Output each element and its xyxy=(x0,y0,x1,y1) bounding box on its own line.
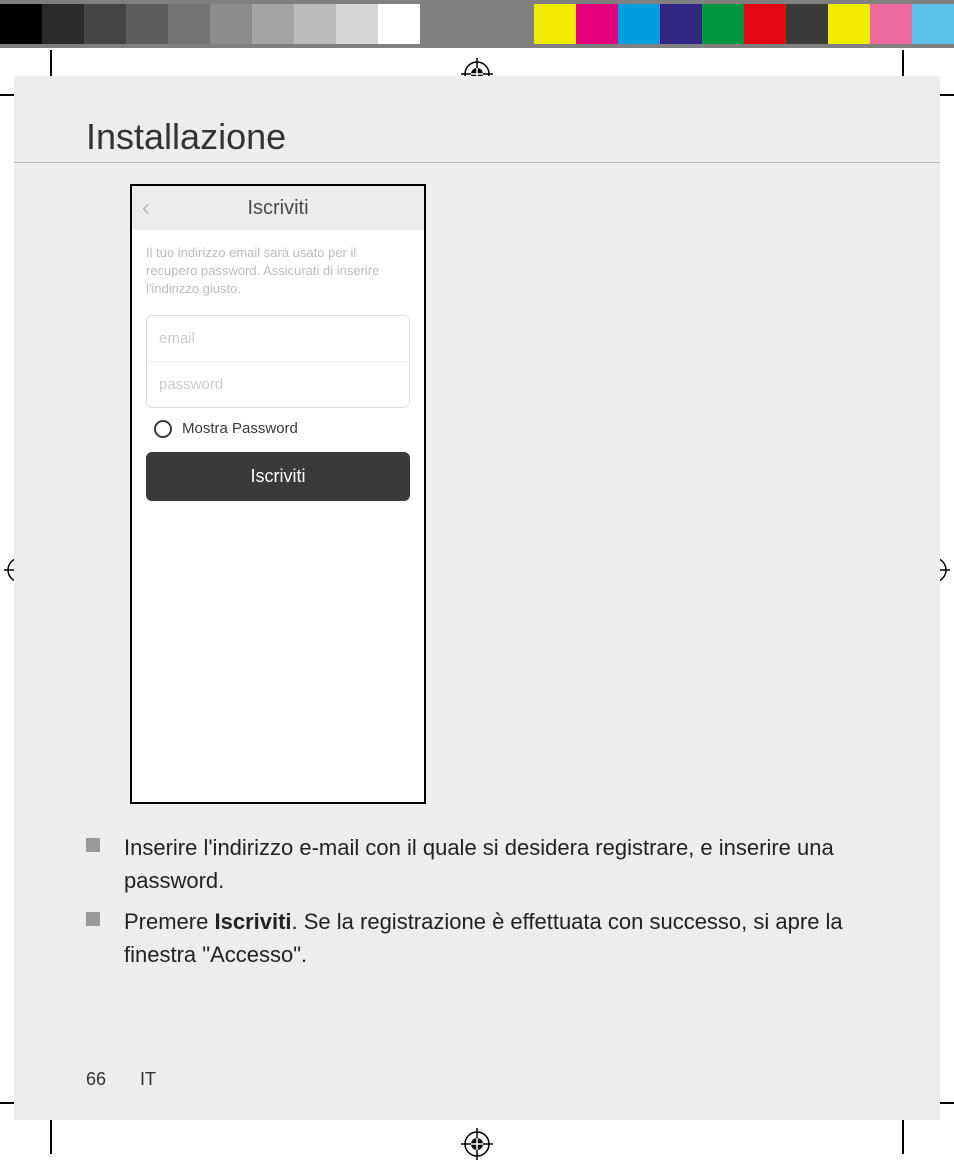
color-swatch xyxy=(618,4,660,44)
color-swatch xyxy=(870,4,912,44)
instruction-item: Premere Iscriviti. Se la registrazione è… xyxy=(86,905,866,971)
color-swatch xyxy=(126,4,168,44)
section-title: Installazione xyxy=(86,116,286,158)
show-password-toggle[interactable]: Mostra Password xyxy=(146,408,410,452)
registration-mark-bottom xyxy=(461,1128,493,1160)
color-swatch xyxy=(534,4,576,44)
color-swatch xyxy=(786,4,828,44)
color-swatch xyxy=(210,4,252,44)
page-language: IT xyxy=(140,1069,156,1090)
instruction-text-bold: Iscriviti xyxy=(214,909,291,934)
color-calibration-strip xyxy=(0,4,954,44)
title-underline xyxy=(14,162,940,163)
color-swatch xyxy=(702,4,744,44)
color-swatch xyxy=(252,4,294,44)
crop-mark xyxy=(50,1114,52,1154)
page-number: 66 xyxy=(86,1069,106,1090)
color-swatch xyxy=(660,4,702,44)
input-group xyxy=(146,315,410,408)
color-swatch xyxy=(0,4,42,44)
radio-unchecked-icon xyxy=(154,420,172,438)
instruction-text: Premere Iscriviti. Se la registrazione è… xyxy=(124,905,866,971)
color-swatch xyxy=(294,4,336,44)
color-swatch xyxy=(42,4,84,44)
color-swatch xyxy=(744,4,786,44)
back-icon[interactable]: ‹ xyxy=(142,194,150,222)
password-field[interactable] xyxy=(147,362,409,407)
phone-titlebar: ‹ Iscriviti xyxy=(132,186,424,230)
color-swatch xyxy=(84,4,126,44)
color-swatch xyxy=(378,4,420,44)
show-password-label: Mostra Password xyxy=(182,420,298,437)
color-swatch xyxy=(828,4,870,44)
bullet-icon xyxy=(86,838,100,852)
email-field[interactable] xyxy=(147,316,409,361)
helper-text: Il tuo indirizzo email sarà usato per il… xyxy=(146,244,410,299)
instruction-text-pre: Premere xyxy=(124,909,214,934)
phone-screen-title: Iscriviti xyxy=(132,197,424,220)
instruction-list: Inserire l'indirizzo e-mail con il quale… xyxy=(86,831,866,979)
color-swatch xyxy=(576,4,618,44)
bullet-icon xyxy=(86,912,100,926)
crop-mark xyxy=(902,1114,904,1154)
instruction-item: Inserire l'indirizzo e-mail con il quale… xyxy=(86,831,866,897)
instruction-text: Inserire l'indirizzo e-mail con il quale… xyxy=(124,831,866,897)
page-body: Installazione ‹ Iscriviti Il tuo indiriz… xyxy=(14,76,940,1120)
color-swatch xyxy=(168,4,210,44)
signup-button[interactable]: Iscriviti xyxy=(146,452,410,501)
color-swatch xyxy=(336,4,378,44)
color-swatch xyxy=(912,4,954,44)
phone-screenshot: ‹ Iscriviti Il tuo indirizzo email sarà … xyxy=(130,184,426,804)
